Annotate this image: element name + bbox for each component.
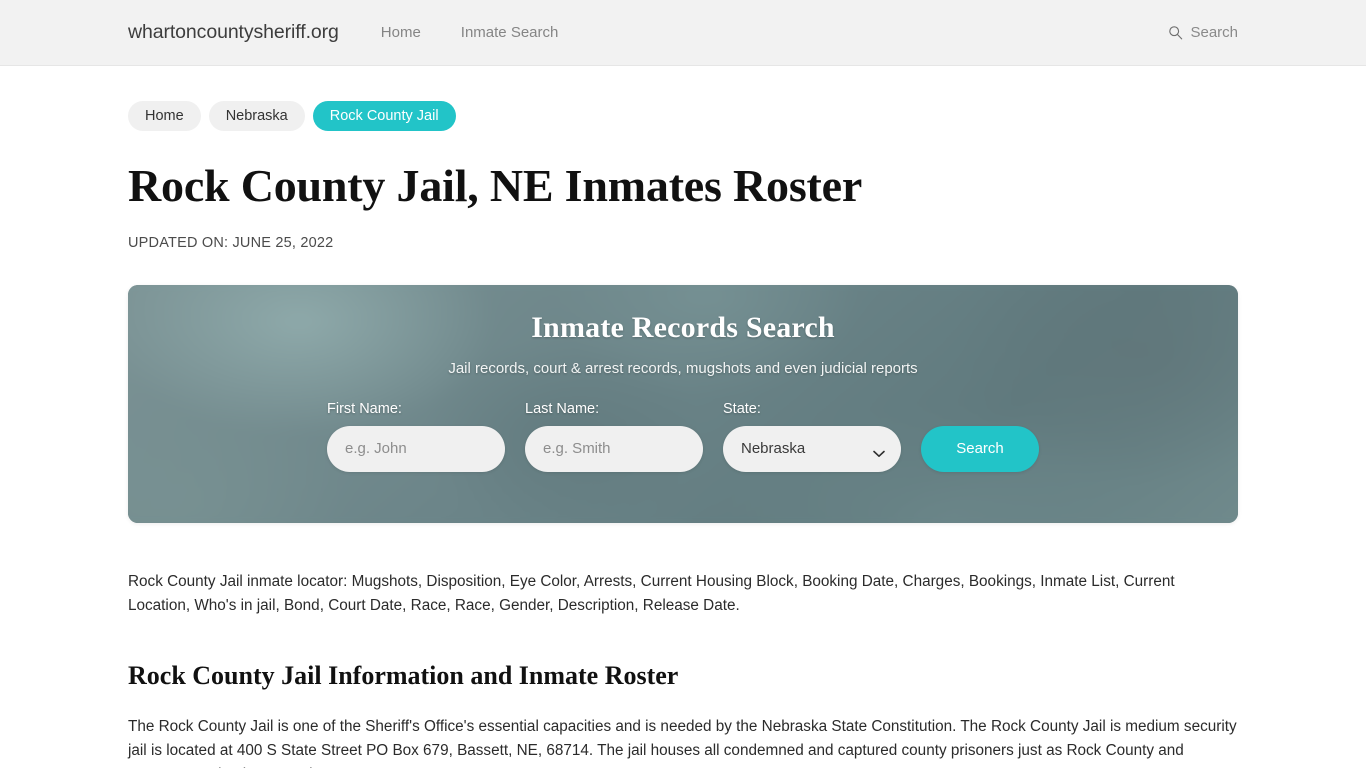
first-name-group: First Name: bbox=[327, 401, 505, 472]
state-label: State: bbox=[723, 400, 761, 417]
last-name-group: Last Name: bbox=[525, 401, 703, 472]
first-name-input[interactable] bbox=[327, 425, 505, 472]
nav-link-home[interactable]: Home bbox=[381, 24, 421, 41]
nav-link-inmate-search[interactable]: Inmate Search bbox=[461, 24, 559, 41]
site-logo[interactable]: whartoncountysheriff.org bbox=[128, 21, 339, 44]
page-title: Rock County Jail, NE Inmates Roster bbox=[128, 160, 863, 211]
state-group: State: Nebraska bbox=[723, 401, 901, 472]
header-search-label: Search bbox=[1190, 24, 1238, 41]
breadcrumb-item-nebraska[interactable]: Nebraska bbox=[208, 101, 305, 131]
panel-inner: Inmate Records Search Jail records, cour… bbox=[128, 285, 1238, 523]
header-inner: whartoncountysheriff.org Home Inmate Sea… bbox=[0, 0, 1366, 65]
inmate-records-search-panel: Inmate Records Search Jail records, cour… bbox=[128, 284, 1238, 523]
main-content: Home Nebraska Rock County Jail Rock Coun… bbox=[0, 66, 1366, 768]
state-select-wrap: Nebraska bbox=[723, 425, 901, 472]
section-heading: Rock County Jail Information and Inmate … bbox=[128, 660, 679, 690]
first-name-label: First Name: bbox=[327, 400, 402, 417]
site-header: whartoncountysheriff.org Home Inmate Sea… bbox=[0, 0, 1366, 66]
intro-paragraph: Rock County Jail inmate locator: Mugshot… bbox=[128, 572, 1175, 614]
panel-title: Inmate Records Search bbox=[531, 310, 835, 344]
updated-on-date: UPDATED ON: JUNE 25, 2022 bbox=[128, 234, 334, 251]
last-name-input[interactable] bbox=[525, 425, 703, 472]
main-nav: Home Inmate Search bbox=[381, 24, 559, 41]
breadcrumb: Home Nebraska Rock County Jail bbox=[128, 66, 1238, 131]
body-paragraph: The Rock County Jail is one of the Sheri… bbox=[128, 717, 1237, 768]
last-name-label: Last Name: bbox=[525, 400, 600, 417]
header-search-toggle[interactable]: Search bbox=[1168, 24, 1238, 41]
breadcrumb-item-home[interactable]: Home bbox=[128, 101, 201, 131]
inmate-search-form: First Name: Last Name: State: Nebraska bbox=[128, 401, 1238, 472]
search-icon bbox=[1168, 25, 1183, 40]
panel-subtitle: Jail records, court & arrest records, mu… bbox=[448, 359, 918, 377]
search-submit-button[interactable]: Search bbox=[921, 425, 1039, 472]
breadcrumb-item-rock-county-jail[interactable]: Rock County Jail bbox=[312, 101, 456, 131]
state-select[interactable]: Nebraska bbox=[723, 425, 901, 472]
